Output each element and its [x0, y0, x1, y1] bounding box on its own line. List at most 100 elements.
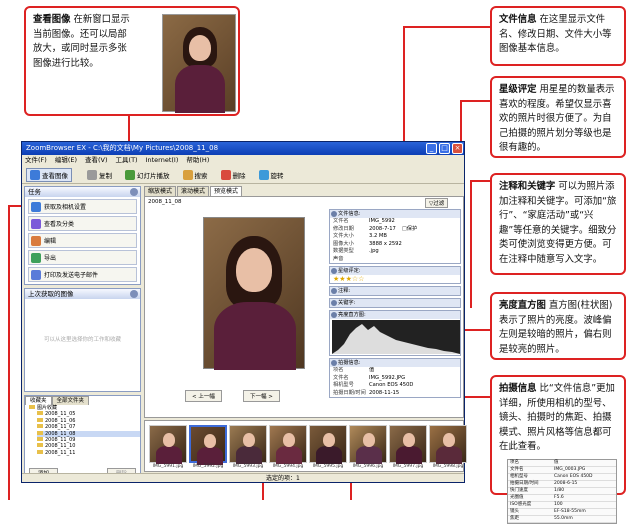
notes-box: 注释:	[329, 286, 461, 296]
thumbnail-face	[403, 433, 415, 447]
menu-item[interactable]: 文件(F)	[25, 155, 47, 166]
thumbnail-body	[396, 446, 422, 464]
callout-title: 查看图像	[33, 14, 71, 25]
callout-text: 可以为照片添加注释和关键字。可添加“旅行”、“家庭活动”或“兴趣”等任意的关键字…	[499, 181, 617, 265]
toolbar-icon	[258, 169, 269, 180]
task-button[interactable]: 导出	[28, 250, 137, 265]
recent-title: 上次获取的图像	[28, 290, 74, 298]
thumbnail-name: IMG_5991.jpg	[152, 464, 184, 469]
title-bar: ZoomBrowser EX - C:\我的文档\My Pictures\200…	[22, 142, 464, 155]
prev-button[interactable]: < 上一幅	[185, 390, 222, 402]
view-tab[interactable]: 滚动模式	[177, 186, 210, 196]
thumbnail[interactable]	[149, 425, 187, 464]
mini-table-row: 镜头 EF-S18-55mm	[508, 509, 616, 516]
protect-checkbox[interactable]: □保护	[402, 226, 417, 234]
folder-icon	[29, 405, 35, 409]
thumbnail[interactable]	[309, 425, 347, 464]
file-info-row: 文件大小 3.2 MB	[333, 233, 387, 239]
task-button[interactable]: 查看及分类	[28, 216, 137, 231]
folder-icon	[37, 449, 43, 454]
file-info-header[interactable]: 文件信息:	[330, 210, 460, 218]
task-button[interactable]: 获取及相机设置	[28, 199, 137, 214]
tasks-title: 任务	[28, 188, 41, 196]
file-info-row: 文件名 IMG_5992	[333, 218, 395, 224]
toolbar-button[interactable]: 幻灯片播放	[121, 168, 174, 182]
task-icon	[31, 269, 41, 280]
toolbar-button[interactable]: 查看图像	[26, 167, 72, 182]
toolbar-icon	[182, 169, 193, 180]
thumbnail-name: IMG_5996.jpg	[352, 464, 384, 469]
thumbnail[interactable]	[389, 425, 427, 464]
leader-line	[460, 100, 491, 102]
main-pane: 缩放模式 滚动模式 预览模式 2008_11_08 ▽过滤 < 上一幅 下一幅 > …	[144, 186, 467, 482]
callout-file-info: 文件信息 在这里显示文件名、修改日期、文件大小等图像基本信息。	[490, 6, 626, 66]
thumbnail-name: IMG_5994.jpg	[272, 464, 304, 469]
mini-table-row: 焦距 55.0mm	[508, 516, 616, 523]
toolbar-label: 删除	[232, 171, 246, 180]
shooting-info-header[interactable]: 拍摄信息:	[330, 359, 460, 367]
keywords-header[interactable]: 关键字:	[330, 299, 460, 307]
folder-icon	[37, 417, 43, 422]
recent-text: 可以从这里选择你的工作和收藏	[43, 337, 121, 343]
rating-header[interactable]: 星级评定:	[330, 267, 460, 275]
task-button[interactable]: 编辑	[28, 233, 137, 248]
close-button[interactable]: ×	[452, 143, 463, 154]
main-photo[interactable]	[203, 217, 305, 370]
mini-table-row: 光圈值 F5.6	[508, 495, 616, 502]
status-bar: 选定的项：1	[22, 473, 464, 482]
collapse-icon[interactable]	[130, 290, 138, 298]
view-tab[interactable]: 预览模式	[210, 186, 243, 196]
histogram-box: 亮度直方图:	[329, 310, 461, 356]
thumbnail[interactable]	[429, 425, 467, 464]
task-label: 打印及发送电子邮件	[44, 272, 99, 279]
next-button[interactable]: 下一幅 >	[243, 390, 280, 402]
minimize-button[interactable]: _	[426, 143, 437, 154]
toolbar-button[interactable]: 删除	[217, 168, 250, 182]
filter-button[interactable]: ▽过滤	[425, 198, 449, 208]
menu-item[interactable]: 帮助(H)	[186, 155, 209, 166]
task-label: 编辑	[44, 238, 57, 245]
star-icon[interactable]: ☆	[358, 275, 364, 283]
recent-header: 上次获取的图像	[25, 289, 140, 299]
toolbar-button[interactable]: 搜索	[179, 168, 212, 182]
folder-tab[interactable]: 收藏夹	[25, 396, 52, 405]
thumbnail-name: IMG_5995.jpg	[312, 464, 344, 469]
menu-item[interactable]: 查看(V)	[85, 155, 108, 166]
notes-header[interactable]: 注释:	[330, 287, 460, 295]
menu-bar: 文件(F) 编辑(E) 查看(V) 工具(T) Internet(I) 帮助(H)	[22, 155, 464, 166]
thumbnail-face	[363, 433, 375, 447]
view-tab[interactable]: 缩放模式	[144, 186, 177, 196]
menu-item[interactable]: 工具(T)	[116, 155, 138, 166]
menu-item[interactable]: 编辑(E)	[55, 155, 77, 166]
thumbnail-name: IMG_5998.jpg	[432, 464, 464, 469]
leader-line	[470, 180, 491, 182]
thumbnail[interactable]	[229, 425, 267, 464]
toolbar-button[interactable]: 复制	[83, 168, 116, 182]
toolbar-button[interactable]: 旋转	[255, 168, 288, 182]
thumbnail[interactable]	[189, 425, 227, 465]
keywords-box: 关键字:	[329, 298, 461, 308]
callout-view-image: 查看图像 在新窗口显示当前图像。还可以局部放大，或同时显示多张图像进行比较。	[24, 6, 240, 116]
callout-star-rating: 星级评定 用星星的数量表示喜欢的程度。希望仅显示喜欢的照片时很方便了。为自己拍摄…	[490, 76, 626, 158]
thumbnail[interactable]	[349, 425, 387, 464]
folder-icon	[37, 430, 43, 435]
status-text: 选定的项：1	[266, 475, 300, 482]
thumbnail[interactable]	[269, 425, 307, 464]
folder-item[interactable]: 2008_11_11	[37, 449, 140, 456]
folder-tab[interactable]: 全部文件夹	[51, 396, 90, 405]
info-panel: 文件信息: 文件名 IMG_5992 修改日期 2008-7-17 □保护 文件大小 3.2…	[329, 209, 461, 400]
folder-icon	[37, 437, 43, 442]
leader-line	[403, 26, 491, 28]
zoombrowser-window: ZoomBrowser EX - C:\我的文档\My Pictures\200…	[21, 141, 467, 483]
file-info-box: 文件信息: 文件名 IMG_5992 修改日期 2008-7-17 □保护 文件大小 3.2…	[329, 209, 461, 264]
task-button[interactable]: 打印及发送电子邮件	[28, 267, 137, 282]
maximize-button[interactable]: □	[439, 143, 450, 154]
collapse-icon[interactable]	[130, 188, 138, 196]
toolbar-label: 幻灯片播放	[137, 171, 170, 180]
file-info-row: 数据类型 .jpg	[333, 248, 379, 254]
thumbnail-face	[283, 433, 295, 447]
histogram-header[interactable]: 亮度直方图:	[330, 311, 460, 319]
view-mode-tabs: 缩放模式 滚动模式 预览模式	[144, 186, 464, 196]
menu-item[interactable]: Internet(I)	[146, 155, 179, 166]
toolbar-icon	[125, 169, 135, 180]
